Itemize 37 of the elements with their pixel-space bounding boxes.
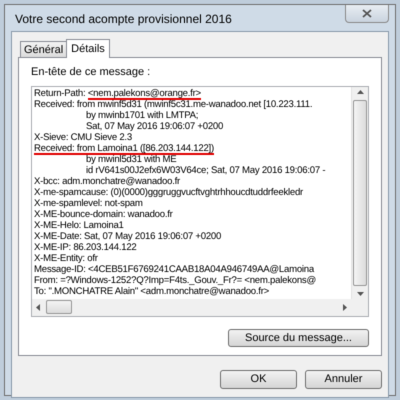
header-line: X-ME-Date: Sat, 07 May 2016 19:06:07 +0200 [34,232,222,242]
header-line: From: =?Windows-1252?Q?Imp=F4ts._Gouv._Fr?= <nem.palekons@ [34,276,317,286]
header-line: X-bcc: adm.monchatre@wanadoo.fr [34,176,181,188]
scroll-right-icon [343,304,347,310]
dialog-button[interactable]: Annuler [305,370,382,388]
header-line: by mwinl5d31 with ME [85,154,178,166]
header-line: X-me-spamcause: (0)(0000)gggruggvucftvghtrhhoucdtuddrfeekledr [34,188,304,198]
window-title: Votre second acompte provisionnel 2016 [14,11,232,28]
close-icon [362,9,372,18]
header-line: X-Sieve: CMU Sieve 2.3 [34,132,133,144]
scroll-thumb[interactable] [46,300,72,314]
header-line: by mwinb1701 with LMTPA; [85,110,200,122]
header-line: Return-Path: <nem.palekons@orange.fr> [34,88,202,100]
source-button[interactable]: Source du message... [228,328,369,346]
tab[interactable]: Détails [66,39,110,58]
scroll-up-icon [356,90,364,94]
header-line: Sat, 07 May 2016 19:06:07 +0200 [85,122,224,132]
header-text-box[interactable] [31,86,369,316]
horizontal-scrollbar[interactable] [32,298,351,316]
header-line: X-ME-Helo: Lamoina1 [34,220,125,232]
tab[interactable]: Général [20,41,66,57]
header-line: To: ".MONCHATRE Alain" <adm.monchatre@wanadoo.fr> [34,286,270,298]
close-button[interactable] [345,5,389,23]
header-label: En-tête de ce message : [31,65,152,80]
header-line: X-ME-Entity: ofr [34,254,99,264]
dialog-button[interactable]: OK [220,370,297,388]
scroll-down-icon [356,292,364,296]
vertical-scrollbar[interactable] [351,86,368,298]
header-line: Received: from Lamoina1 ([86.203.144.122]) [34,144,214,154]
scroll-left-icon [36,304,40,310]
header-line: id rV641s00J2efx6W03V64ce; Sat, 07 May 2016 19:06:07 - [85,166,326,176]
header-line: Message-ID: <4CEB51F6769241CAAB18A04A946749AA@Lamoina [34,264,316,276]
header-line: Received: from mwinf5d31 (mwinf5c31.me-wanadoo.net [10.223.111. [34,100,314,110]
header-line: X-me-spamlevel: not-spam [34,198,144,210]
scroll-thumb[interactable] [353,100,367,286]
header-line: X-ME-bounce-domain: wanadoo.fr [34,210,174,220]
header-line: X-ME-IP: 86.203.144.122 [34,242,138,254]
